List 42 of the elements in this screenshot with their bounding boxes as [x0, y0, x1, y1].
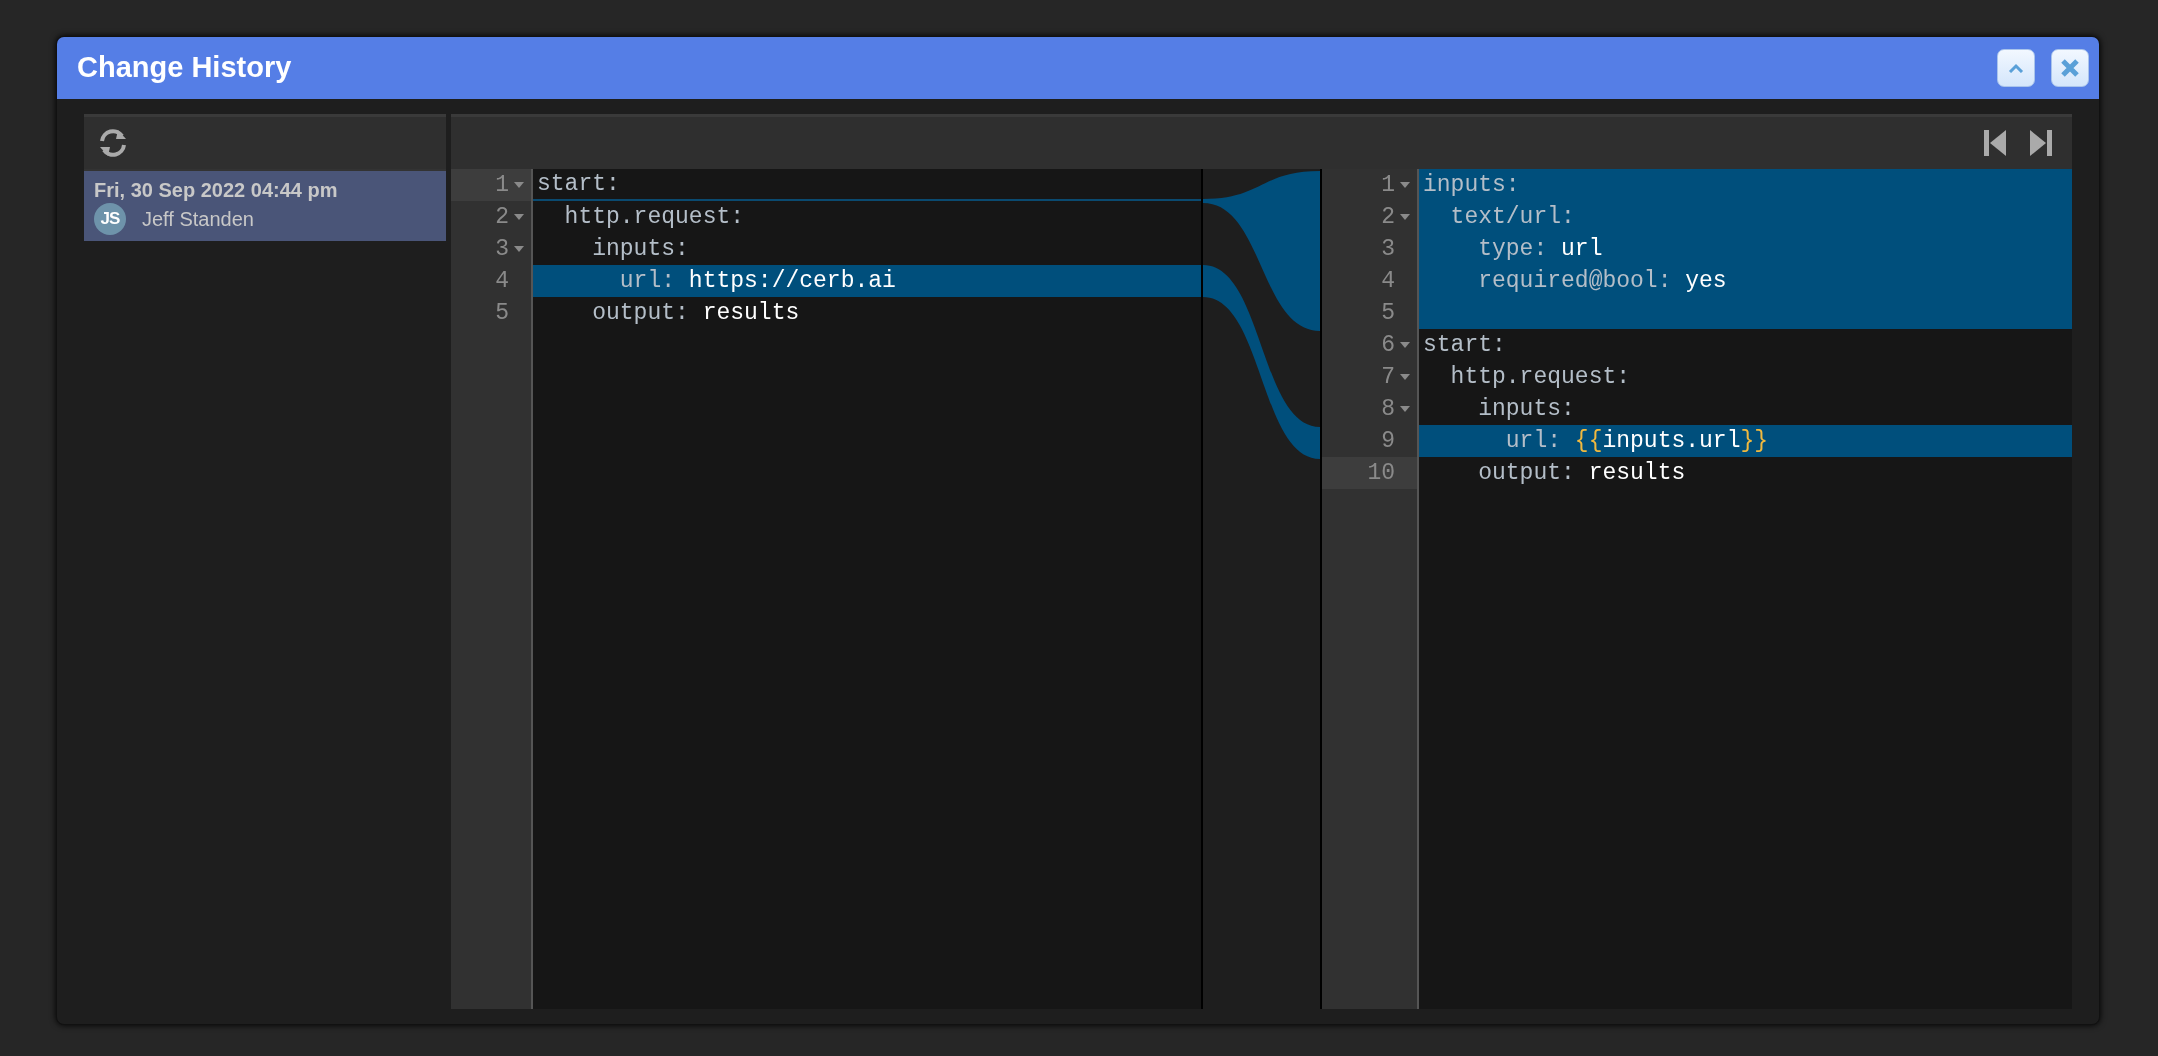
caret-up-icon — [2008, 63, 2024, 73]
skip-forward-icon — [2030, 130, 2052, 156]
line-number: 1 — [1322, 169, 1417, 201]
avatar: JS — [94, 203, 126, 235]
code-line: http.request: — [1449, 362, 1632, 392]
line-number: 4 — [494, 266, 510, 296]
line-number: 2 — [1322, 201, 1417, 233]
history-item[interactable]: Fri, 30 Sep 2022 04:44 pm JS Jeff Standen — [84, 169, 446, 241]
line-number: 6 — [1322, 329, 1417, 361]
code-line: inputs: — [591, 234, 690, 264]
line-number: 9 — [1380, 426, 1396, 456]
line-number: 3 — [1380, 234, 1396, 264]
fold-icon[interactable] — [1399, 405, 1411, 413]
window-title: Change History — [77, 50, 292, 86]
skip-back-icon — [1984, 130, 2006, 156]
fold-icon[interactable] — [513, 213, 525, 221]
line-number: 8 — [1322, 393, 1417, 425]
code-line: http.request: — [563, 202, 746, 232]
code-line: output: results — [591, 298, 801, 328]
author-name: Jeff Standen — [142, 207, 254, 232]
fold-icon[interactable] — [1399, 181, 1411, 189]
line-number: 2 — [451, 201, 531, 233]
date-text: Fri, 30 Sep 2022 04:44 pm — [94, 178, 339, 203]
collapse-button[interactable] — [1997, 49, 2035, 87]
code-line: inputs: — [1477, 394, 1576, 424]
code-line: start: — [533, 169, 1201, 201]
fold-icon[interactable] — [1399, 341, 1411, 349]
fold-icon[interactable] — [513, 181, 525, 189]
close-icon — [2060, 58, 2080, 78]
code-line: start: — [1422, 330, 1507, 360]
line-number: 7 — [1322, 361, 1417, 393]
line-number: 10 — [1322, 457, 1417, 489]
line-number: 4 — [1380, 266, 1396, 296]
fold-icon[interactable] — [513, 245, 525, 253]
fold-icon[interactable] — [1399, 213, 1411, 221]
close-button[interactable] — [2051, 49, 2089, 87]
line-number: 3 — [451, 233, 531, 265]
line-number: 1 — [451, 169, 531, 201]
code-line: output: results — [1477, 458, 1687, 488]
line-number: 5 — [494, 298, 510, 328]
fold-icon[interactable] — [1399, 373, 1411, 381]
line-number: 5 — [1380, 298, 1396, 328]
